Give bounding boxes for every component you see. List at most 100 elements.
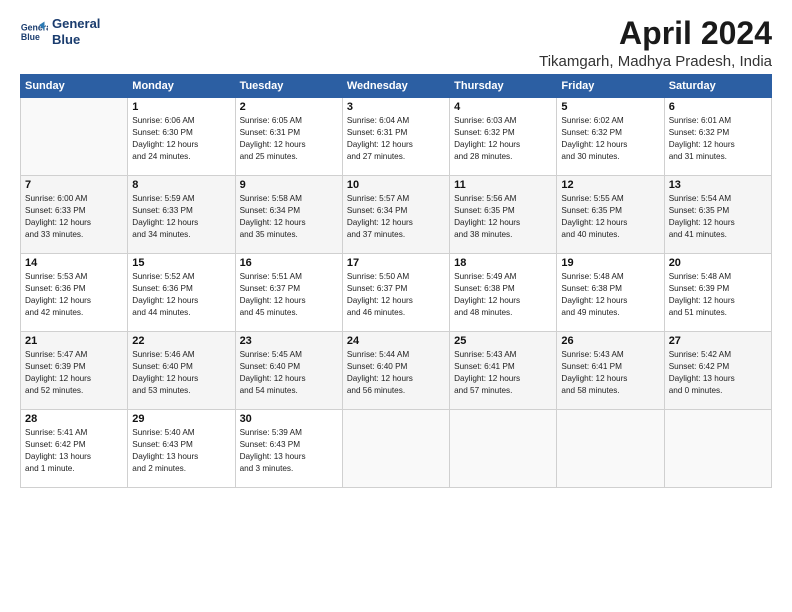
day-number: 17 — [347, 257, 445, 269]
day-info: Sunrise: 5:51 AM Sunset: 6:37 PM Dayligh… — [240, 271, 338, 319]
day-info: Sunrise: 5:52 AM Sunset: 6:36 PM Dayligh… — [132, 271, 230, 319]
day-cell: 24 Sunrise: 5:44 AM Sunset: 6:40 PM Dayli… — [342, 332, 449, 410]
day-number: 3 — [347, 101, 445, 113]
location-title: Tikamgarh, Madhya Pradesh, India — [539, 53, 772, 70]
day-number: 9 — [240, 179, 338, 191]
day-cell — [450, 410, 557, 488]
day-cell — [342, 410, 449, 488]
week-row-5: 28 Sunrise: 5:41 AM Sunset: 6:42 PM Dayli… — [21, 410, 772, 488]
svg-text:Blue: Blue — [21, 31, 40, 41]
day-number: 25 — [454, 335, 552, 347]
week-row-1: 1 Sunrise: 6:06 AM Sunset: 6:30 PM Daylig… — [21, 98, 772, 176]
day-info: Sunrise: 5:47 AM Sunset: 6:39 PM Dayligh… — [25, 349, 123, 397]
day-cell: 14 Sunrise: 5:53 AM Sunset: 6:36 PM Dayli… — [21, 254, 128, 332]
day-cell: 22 Sunrise: 5:46 AM Sunset: 6:40 PM Dayli… — [128, 332, 235, 410]
calendar-container: General Blue General Blue April 2024 Tik… — [0, 0, 792, 498]
day-info: Sunrise: 5:49 AM Sunset: 6:38 PM Dayligh… — [454, 271, 552, 319]
day-number: 22 — [132, 335, 230, 347]
header: General Blue General Blue April 2024 Tik… — [20, 16, 772, 70]
day-number: 13 — [669, 179, 767, 191]
week-row-2: 7Sunrise: 6:00 AM Sunset: 6:33 PM Daylig… — [21, 176, 772, 254]
day-number: 24 — [347, 335, 445, 347]
day-info: Sunrise: 5:50 AM Sunset: 6:37 PM Dayligh… — [347, 271, 445, 319]
day-cell: 1 Sunrise: 6:06 AM Sunset: 6:30 PM Daylig… — [128, 98, 235, 176]
day-info: Sunrise: 6:06 AM Sunset: 6:30 PM Dayligh… — [132, 115, 230, 163]
day-info: Sunrise: 5:48 AM Sunset: 6:38 PM Dayligh… — [561, 271, 659, 319]
day-cell: 13Sunrise: 5:54 AM Sunset: 6:35 PM Dayli… — [664, 176, 771, 254]
day-cell: 21 Sunrise: 5:47 AM Sunset: 6:39 PM Dayli… — [21, 332, 128, 410]
day-number: 23 — [240, 335, 338, 347]
day-number: 19 — [561, 257, 659, 269]
calendar-table: SundayMondayTuesdayWednesdayThursdayFrid… — [20, 74, 772, 488]
day-number: 12 — [561, 179, 659, 191]
day-number: 21 — [25, 335, 123, 347]
day-info: Sunrise: 6:05 AM Sunset: 6:31 PM Dayligh… — [240, 115, 338, 163]
day-cell: 15 Sunrise: 5:52 AM Sunset: 6:36 PM Dayli… — [128, 254, 235, 332]
day-info: Sunrise: 5:57 AM Sunset: 6:34 PM Dayligh… — [347, 193, 445, 241]
day-cell: 3Sunrise: 6:04 AM Sunset: 6:31 PM Daylig… — [342, 98, 449, 176]
month-title: April 2024 — [539, 16, 772, 51]
day-cell: 4 Sunrise: 6:03 AM Sunset: 6:32 PM Daylig… — [450, 98, 557, 176]
day-info: Sunrise: 5:39 AM Sunset: 6:43 PM Dayligh… — [240, 427, 338, 475]
day-info: Sunrise: 6:01 AM Sunset: 6:32 PM Dayligh… — [669, 115, 767, 163]
day-number: 4 — [454, 101, 552, 113]
day-info: Sunrise: 5:45 AM Sunset: 6:40 PM Dayligh… — [240, 349, 338, 397]
day-number: 11 — [454, 179, 552, 191]
week-row-3: 14 Sunrise: 5:53 AM Sunset: 6:36 PM Dayli… — [21, 254, 772, 332]
day-number: 20 — [669, 257, 767, 269]
day-info: Sunrise: 5:43 AM Sunset: 6:41 PM Dayligh… — [454, 349, 552, 397]
day-cell: 27 Sunrise: 5:42 AM Sunset: 6:42 PM Dayli… — [664, 332, 771, 410]
day-number: 15 — [132, 257, 230, 269]
day-number: 6 — [669, 101, 767, 113]
day-number: 28 — [25, 413, 123, 425]
title-block: April 2024 Tikamgarh, Madhya Pradesh, In… — [539, 16, 772, 70]
day-info: Sunrise: 5:41 AM Sunset: 6:42 PM Dayligh… — [25, 427, 123, 475]
weekday-header-thursday: Thursday — [450, 75, 557, 98]
day-number: 16 — [240, 257, 338, 269]
day-cell: 19 Sunrise: 5:48 AM Sunset: 6:38 PM Dayli… — [557, 254, 664, 332]
day-info: Sunrise: 5:59 AM Sunset: 6:33 PM Dayligh… — [132, 193, 230, 241]
day-info: Sunrise: 5:58 AM Sunset: 6:34 PM Dayligh… — [240, 193, 338, 241]
day-cell — [664, 410, 771, 488]
week-row-4: 21 Sunrise: 5:47 AM Sunset: 6:39 PM Dayli… — [21, 332, 772, 410]
day-info: Sunrise: 5:48 AM Sunset: 6:39 PM Dayligh… — [669, 271, 767, 319]
weekday-header-monday: Monday — [128, 75, 235, 98]
weekday-header-sunday: Sunday — [21, 75, 128, 98]
day-info: Sunrise: 5:46 AM Sunset: 6:40 PM Dayligh… — [132, 349, 230, 397]
day-info: Sunrise: 5:44 AM Sunset: 6:40 PM Dayligh… — [347, 349, 445, 397]
day-number: 10 — [347, 179, 445, 191]
day-cell: 5Sunrise: 6:02 AM Sunset: 6:32 PM Daylig… — [557, 98, 664, 176]
logo-icon: General Blue — [20, 18, 48, 46]
logo-text-line2: Blue — [52, 32, 100, 48]
day-number: 14 — [25, 257, 123, 269]
day-cell: 26Sunrise: 5:43 AM Sunset: 6:41 PM Dayli… — [557, 332, 664, 410]
day-cell — [557, 410, 664, 488]
day-cell: 20 Sunrise: 5:48 AM Sunset: 6:39 PM Dayli… — [664, 254, 771, 332]
day-cell: 6 Sunrise: 6:01 AM Sunset: 6:32 PM Daylig… — [664, 98, 771, 176]
day-info: Sunrise: 5:42 AM Sunset: 6:42 PM Dayligh… — [669, 349, 767, 397]
day-number: 27 — [669, 335, 767, 347]
day-info: Sunrise: 5:43 AM Sunset: 6:41 PM Dayligh… — [561, 349, 659, 397]
day-number: 18 — [454, 257, 552, 269]
day-cell: 8 Sunrise: 5:59 AM Sunset: 6:33 PM Daylig… — [128, 176, 235, 254]
logo: General Blue General Blue — [20, 16, 100, 47]
day-info: Sunrise: 6:00 AM Sunset: 6:33 PM Dayligh… — [25, 193, 123, 241]
weekday-header-tuesday: Tuesday — [235, 75, 342, 98]
day-info: Sunrise: 5:40 AM Sunset: 6:43 PM Dayligh… — [132, 427, 230, 475]
day-info: Sunrise: 6:03 AM Sunset: 6:32 PM Dayligh… — [454, 115, 552, 163]
day-cell: 2Sunrise: 6:05 AM Sunset: 6:31 PM Daylig… — [235, 98, 342, 176]
day-number: 8 — [132, 179, 230, 191]
day-cell: 16 Sunrise: 5:51 AM Sunset: 6:37 PM Dayli… — [235, 254, 342, 332]
day-number: 5 — [561, 101, 659, 113]
day-info: Sunrise: 5:55 AM Sunset: 6:35 PM Dayligh… — [561, 193, 659, 241]
day-cell: 18 Sunrise: 5:49 AM Sunset: 6:38 PM Dayli… — [450, 254, 557, 332]
day-number: 29 — [132, 413, 230, 425]
day-cell: 9 Sunrise: 5:58 AM Sunset: 6:34 PM Daylig… — [235, 176, 342, 254]
weekday-header-row: SundayMondayTuesdayWednesdayThursdayFrid… — [21, 75, 772, 98]
day-cell: 17 Sunrise: 5:50 AM Sunset: 6:37 PM Dayli… — [342, 254, 449, 332]
day-cell: 10 Sunrise: 5:57 AM Sunset: 6:34 PM Dayli… — [342, 176, 449, 254]
day-number: 30 — [240, 413, 338, 425]
day-number: 1 — [132, 101, 230, 113]
weekday-header-saturday: Saturday — [664, 75, 771, 98]
day-info: Sunrise: 5:53 AM Sunset: 6:36 PM Dayligh… — [25, 271, 123, 319]
